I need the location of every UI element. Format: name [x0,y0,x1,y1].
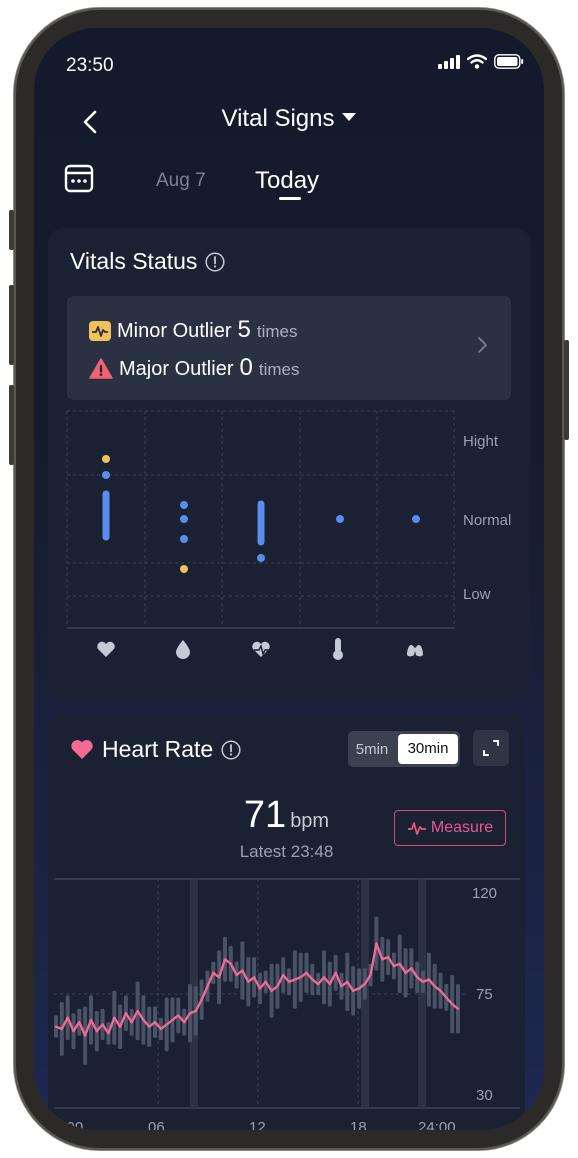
page-title: Vital Signs [221,105,335,132]
status-icons [438,54,524,69]
vital-point [257,554,265,562]
heart-rate-card: Heart Rate 5min 30min 71 bpm Latest 23:48 [48,714,525,1130]
signal-icon [438,54,460,69]
top-navigation: Vital Signs [34,103,544,143]
blood-drop-icon [176,640,190,659]
date-tab-today[interactable]: Today [255,167,319,195]
lungs-icon [407,641,423,657]
y-tick-label: 30 [476,1087,493,1104]
vital-point [180,501,188,509]
vital-point [180,565,188,573]
heart-pulse-icon [252,641,271,657]
wifi-icon [467,54,487,69]
x-tick-label: 12 [249,1119,266,1130]
x-tick-label: 06 [148,1119,165,1130]
app-screen: 23:50 Vital Signs Aug 7 Today Vitals Sta… [34,28,544,1130]
power-button [564,340,569,440]
vitals-level-chart: Hight Normal Low [66,410,511,660]
vital-point [180,515,188,523]
level-label-high: Hight [463,433,499,450]
active-tab-indicator [279,197,301,200]
calendar-icon[interactable] [64,163,94,193]
heart-rate-chart: 120 75 30 0:00 06 12 18 24:00 [54,878,520,1130]
status-time: 23:50 [66,55,114,76]
x-tick-label: 0:00 [54,1119,83,1130]
x-tick-label: 18 [350,1119,367,1130]
thermometer-icon [333,638,343,660]
vital-point [102,455,110,463]
vital-point [180,535,188,543]
date-selector: Aug 7 Today [34,163,544,203]
vital-point [336,515,344,523]
caret-down-icon [342,112,357,121]
vitals-status-card: Vitals Status Minor Outlier 5 times Majo… [48,228,531,698]
y-tick-label: 75 [476,986,493,1003]
title-dropdown[interactable]: Vital Signs [34,105,544,133]
volume-down-button [9,385,14,465]
date-tab-previous[interactable]: Aug 7 [156,170,206,192]
x-tick-label: 24:00 [418,1119,456,1130]
heart-icon [97,641,115,657]
level-label-low: Low [463,586,491,603]
mute-switch [9,210,14,250]
vital-point [102,471,110,479]
level-label-normal: Normal [463,512,511,529]
y-tick-label: 120 [472,885,497,902]
battery-icon [494,54,524,69]
vital-point [412,515,420,523]
volume-up-button [9,285,14,365]
status-bar: 23:50 [34,28,544,98]
